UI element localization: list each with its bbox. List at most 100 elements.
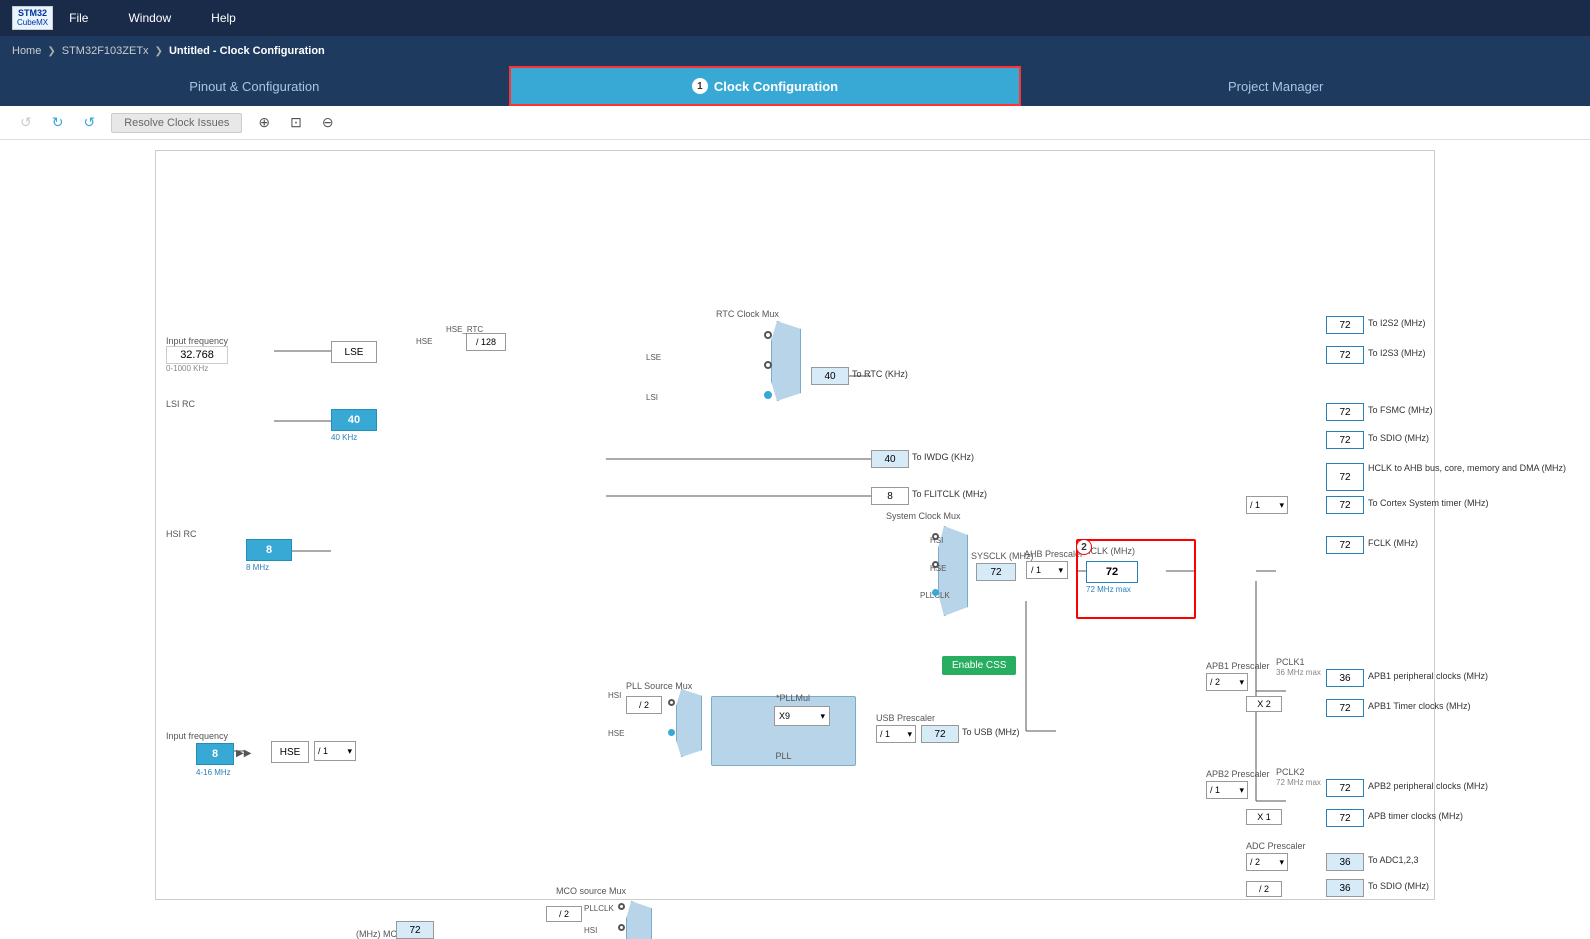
usb-prescaler-label: USB Prescaler	[876, 713, 935, 723]
hse-line-label: HSE	[416, 337, 432, 346]
adc-prescaler-label: ADC Prescaler	[1246, 841, 1306, 851]
sys-radio-pll[interactable]	[932, 589, 939, 596]
apb2-periph-value: 72	[1326, 779, 1364, 797]
resolve-clock-issues-button[interactable]: Resolve Clock Issues	[111, 113, 242, 133]
pll-radio-hsi[interactable]	[668, 699, 675, 706]
breadcrumb-sep-1: ❯	[47, 46, 55, 57]
out-fclk-value: 72	[1326, 536, 1364, 554]
apb1-timer-label: APB1 Timer clocks (MHz)	[1368, 701, 1471, 711]
apb2-div-dropdown[interactable]: / 1▾	[1206, 781, 1248, 799]
lse-mux-label: LSE	[646, 353, 661, 362]
input-freq-label: Input frequency 32.768 0-1000 KHz	[166, 336, 228, 373]
out-sdio-top-label: To SDIO (MHz)	[1368, 433, 1429, 443]
hse-div1-dropdown[interactable]: / 1▾	[314, 741, 356, 761]
tab-pinout-label: Pinout & Configuration	[189, 79, 319, 94]
apb2-timer-mul: X 1	[1246, 809, 1282, 825]
rtc-radio-lse[interactable]	[764, 361, 772, 369]
hse-input-label: Input frequency	[166, 731, 228, 741]
hse-arrows: ▶▶	[236, 748, 251, 759]
mco-hsi-label: HSI	[584, 926, 597, 935]
apb1-div-dropdown[interactable]: / 2▾	[1206, 673, 1248, 691]
apb1-timer-value: 72	[1326, 699, 1364, 717]
pclk1-label: PCLK1	[1276, 657, 1305, 667]
mco-radio-hsi[interactable]	[618, 924, 625, 931]
lse-label: LSE	[345, 347, 364, 358]
pll-source-mux[interactable]	[676, 689, 702, 757]
tab-pinout[interactable]: Pinout & Configuration	[0, 66, 509, 106]
breadcrumb-current[interactable]: Untitled - Clock Configuration	[169, 45, 325, 57]
tab-clock[interactable]: 1 Clock Configuration	[509, 66, 1022, 106]
apb2-timer-label: APB timer clocks (MHz)	[1368, 811, 1463, 821]
usb-value: 72	[921, 725, 959, 743]
rtc-mux[interactable]	[771, 321, 801, 401]
out-i2s2-label: To I2S2 (MHz)	[1368, 318, 1426, 328]
usb-div-dropdown[interactable]: / 1▾	[876, 725, 916, 743]
apb1-periph-value: 36	[1326, 669, 1364, 687]
pclk2-max: 72 MHz max	[1276, 778, 1321, 787]
hclk-value[interactable]: 72	[1086, 561, 1138, 583]
to-iwdg-label: To IWDG (KHz)	[912, 452, 974, 462]
mco-radio-pll[interactable]	[618, 903, 625, 910]
pll-hsi-div2: / 2	[626, 696, 662, 714]
menu-file[interactable]: File	[69, 11, 88, 25]
rtc-radio-hse[interactable]	[764, 331, 772, 339]
sdio-value: 36	[1326, 879, 1364, 897]
mco-pllclk-label: PLLCLK	[584, 904, 614, 913]
reset-button[interactable]: ↺	[79, 112, 99, 133]
to-iwdg-value: 40	[871, 450, 909, 468]
rtc-radio-lsi[interactable]	[764, 391, 772, 399]
out-fsmc-value: 72	[1326, 403, 1364, 421]
lsi-box[interactable]: 40	[331, 409, 377, 431]
tab-project[interactable]: Project Manager	[1021, 66, 1530, 106]
mco-mux[interactable]	[626, 901, 652, 939]
hse-freq-range: 4-16 MHz	[196, 768, 231, 777]
sys-radio-hsi[interactable]	[932, 533, 939, 540]
pll-label: PLL	[775, 751, 791, 761]
hse-rtc-label: HSE_RTC	[446, 325, 483, 334]
menu-help[interactable]: Help	[211, 11, 236, 25]
tab-project-label: Project Manager	[1228, 79, 1323, 94]
input-freq-value[interactable]: 32.768	[166, 346, 228, 364]
breadcrumb-device[interactable]: STM32F103ZETx	[62, 45, 149, 57]
zoom-out-button[interactable]: ⊖	[318, 112, 338, 133]
out-cortex-value: 72	[1326, 496, 1364, 514]
to-usb-label: To USB (MHz)	[962, 727, 1020, 737]
hsi-rc-label: HSI RC	[166, 529, 197, 539]
breadcrumb-home[interactable]: Home	[12, 45, 41, 57]
apb2-periph-label: APB2 peripheral clocks (MHz)	[1368, 781, 1488, 791]
pll-hsi-label: HSI	[608, 691, 621, 700]
enable-css-button[interactable]: Enable CSS	[942, 656, 1016, 675]
ahb-div-dropdown[interactable]: / 1▾	[1026, 561, 1068, 579]
mco-mux-label: MCO source Mux	[556, 886, 626, 896]
to-flitclk-label: To FLITCLK (MHz)	[912, 489, 987, 499]
sys-radio-hse[interactable]	[932, 561, 939, 568]
adc-div-dropdown[interactable]: / 2▾	[1246, 853, 1288, 871]
hsi-box[interactable]: 8	[246, 539, 292, 561]
pll-radio-hse[interactable]	[668, 729, 675, 736]
out-i2s3-label: To I2S3 (MHz)	[1368, 348, 1426, 358]
hsi-unit: 8 MHz	[246, 563, 269, 572]
menu-window[interactable]: Window	[128, 11, 171, 25]
hclk-max: 72 MHz max	[1086, 585, 1131, 594]
clock-diagram: Input frequency 32.768 0-1000 KHz LSE LS…	[155, 150, 1435, 900]
tab-clock-number: 1	[692, 78, 708, 94]
pll-mul-dropdown[interactable]: X9▾	[774, 706, 830, 726]
redo-button[interactable]: ↻	[48, 112, 68, 133]
mco-pll-div2: / 2	[546, 906, 582, 922]
out-hclk-label: HCLK to AHB bus, core, memory and DMA (M…	[1368, 463, 1488, 473]
zoom-in-button[interactable]: ⊕	[254, 112, 274, 133]
adc-value: 36	[1326, 853, 1364, 871]
apb1-prescaler-label: APB1 Prescaler	[1206, 661, 1270, 671]
pll-hse-label: HSE	[608, 729, 624, 738]
breadcrumb: Home ❯ STM32F103ZETx ❯ Untitled - Clock …	[0, 36, 1590, 66]
logo-cube: CubeMX	[17, 19, 48, 28]
hse-freq-box[interactable]: 8	[196, 743, 234, 765]
undo-button[interactable]: ↺	[16, 112, 36, 133]
cortex-div-dropdown[interactable]: / 1▾	[1246, 496, 1288, 514]
fit-button[interactable]: ⊡	[286, 112, 306, 133]
sdio-div: / 2	[1246, 881, 1282, 897]
to-rtc-value: 40	[811, 367, 849, 385]
sysclk-value: 72	[976, 563, 1016, 581]
apb1-timer-mul: X 2	[1246, 696, 1282, 712]
rtc-mux-label: RTC Clock Mux	[716, 309, 779, 319]
